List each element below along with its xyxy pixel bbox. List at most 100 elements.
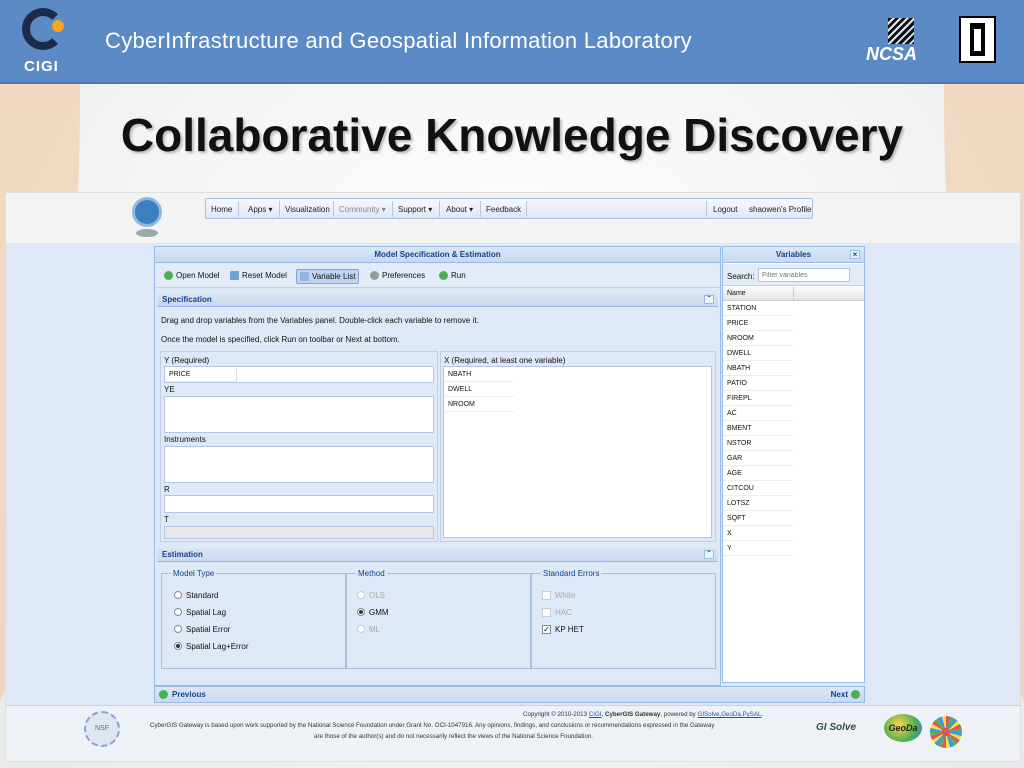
- standard-label: Standard: [186, 591, 219, 600]
- model-type-legend: Model Type: [171, 569, 217, 578]
- preferences-button[interactable]: Preferences: [367, 269, 428, 284]
- illinois-logo: [959, 16, 996, 63]
- ye-dropzone[interactable]: [164, 396, 434, 433]
- spatial-lag-radio[interactable]: [174, 608, 182, 616]
- gisolve-logo: GI Solve: [816, 722, 886, 742]
- cigi-link[interactable]: CIGI: [589, 711, 602, 718]
- variable-item[interactable]: PATIO: [723, 377, 793, 391]
- collapse-icon[interactable]: ⌃: [704, 295, 714, 304]
- ols-radio[interactable]: [357, 591, 365, 599]
- hac-checkbox[interactable]: [542, 608, 551, 617]
- variables-column-header[interactable]: Name: [723, 287, 864, 301]
- variables-panel-title: Variables: [775, 250, 812, 259]
- variable-item[interactable]: PRICE: [723, 317, 793, 331]
- previous-button[interactable]: Previous: [159, 690, 206, 700]
- x-variables-container: X (Required, at least one variable) NBAT…: [440, 351, 716, 542]
- model-type-group: Model Type Standard Spatial Lag Spatial …: [161, 569, 346, 669]
- y-variables-container: Y (Required) PRICE YE Instruments R T: [160, 351, 438, 542]
- kp-het-checkbox[interactable]: ✓: [542, 625, 551, 634]
- open-model-button[interactable]: Open Model: [161, 269, 223, 284]
- nav-profile[interactable]: shaowen's Profile: [749, 205, 811, 214]
- navigation-zone: Home Apps ▾ Visualization Community ▾ Su…: [6, 193, 1020, 243]
- variable-item[interactable]: SQFT: [723, 512, 793, 526]
- nav-community[interactable]: Community ▾: [339, 205, 386, 214]
- estimation-header[interactable]: Estimation ⌃: [157, 548, 718, 562]
- footer-funding-line-1: CyberGIS Gateway is based upon work supp…: [150, 722, 715, 729]
- y-dropzone[interactable]: PRICE: [164, 366, 434, 383]
- document-icon: [230, 271, 239, 281]
- white-checkbox[interactable]: [542, 591, 551, 600]
- search-label: Search:: [727, 272, 755, 281]
- nav-home[interactable]: Home: [211, 205, 232, 214]
- variable-item[interactable]: DWELL: [723, 347, 793, 361]
- variable-item[interactable]: AC: [723, 407, 793, 421]
- spatial-lag-error-radio[interactable]: [174, 642, 182, 650]
- wizard-nav-bar: Previous Next: [154, 686, 865, 703]
- x-variable-item[interactable]: NBATH: [444, 368, 514, 382]
- standard-errors-group: Standard Errors White HAC ✓ KP HET: [531, 569, 716, 669]
- nav-about[interactable]: About ▾: [446, 205, 473, 214]
- variable-item[interactable]: NBATH: [723, 362, 793, 376]
- variable-item[interactable]: NSTOR: [723, 437, 793, 451]
- method-group: Method OLS GMM ML: [346, 569, 531, 669]
- standard-radio[interactable]: [174, 591, 182, 599]
- gateway-screenshot: Home Apps ▾ Visualization Community ▾ Su…: [5, 192, 1021, 762]
- specification-instructions-1: Drag and drop variables from the Variabl…: [161, 316, 479, 325]
- variable-item[interactable]: NROOM: [723, 332, 793, 346]
- next-button[interactable]: Next: [831, 690, 860, 700]
- ml-radio[interactable]: [357, 625, 365, 633]
- instruments-dropzone[interactable]: [164, 446, 434, 483]
- close-icon[interactable]: ×: [850, 250, 860, 259]
- ml-label: ML: [369, 625, 381, 634]
- model-panel: Model Specification & Estimation Open Mo…: [154, 246, 721, 686]
- banner-title: CyberInfrastructure and Geospatial Infor…: [105, 28, 692, 53]
- ncsa-logo-text: NCSA: [866, 44, 918, 64]
- x-variable-item[interactable]: DWELL: [444, 383, 514, 397]
- search-input[interactable]: [758, 268, 850, 282]
- x-dropzone[interactable]: NBATH DWELL NROOM: [443, 366, 712, 538]
- y-variable-item[interactable]: PRICE: [165, 368, 237, 382]
- application-area: Model Specification & Estimation Open Mo…: [6, 243, 1020, 705]
- cigi-logo: CIGI: [18, 6, 74, 76]
- ye-label: YE: [164, 385, 175, 394]
- name-column-label: Name: [727, 290, 746, 297]
- nav-support[interactable]: Support ▾: [398, 205, 432, 214]
- nav-visualization[interactable]: Visualization: [285, 205, 330, 214]
- variable-item[interactable]: AGE: [723, 467, 793, 481]
- gmm-radio[interactable]: [357, 608, 365, 616]
- variable-item[interactable]: STATION: [723, 302, 793, 316]
- nav-apps[interactable]: Apps ▾: [248, 205, 272, 214]
- variable-item[interactable]: GAR: [723, 452, 793, 466]
- y-label: Y (Required): [164, 356, 210, 365]
- spatial-error-radio[interactable]: [174, 625, 182, 633]
- variable-item[interactable]: Y: [723, 542, 793, 556]
- collapse-icon[interactable]: ⌃: [704, 550, 714, 559]
- cybergis-logo: [126, 193, 166, 241]
- specification-instructions-2: Once the model is specified, click Run o…: [161, 335, 400, 344]
- variable-item[interactable]: LOTSZ: [723, 497, 793, 511]
- white-label: White: [555, 591, 576, 600]
- reset-model-button[interactable]: Reset Model: [227, 269, 290, 284]
- footer: NSF Copyright © 2010-2013 CIGI. CyberGIS…: [6, 705, 1020, 761]
- r-dropzone[interactable]: [164, 495, 434, 513]
- variable-list-icon: [300, 272, 309, 282]
- powered-by-links[interactable]: GISolve,GeoDa,PySAL: [698, 711, 762, 718]
- variables-panel-header: Variables ×: [723, 247, 864, 263]
- nav-feedback[interactable]: Feedback: [486, 205, 521, 214]
- variable-item[interactable]: X: [723, 527, 793, 541]
- banner: CIGI CyberInfrastructure and Geospatial …: [0, 0, 1024, 84]
- geoda-logo: GeoDa: [884, 714, 922, 742]
- x-variable-item[interactable]: NROOM: [444, 398, 514, 412]
- variable-list-button[interactable]: Variable List: [296, 269, 360, 284]
- top-navbar: Home Apps ▾ Visualization Community ▾ Su…: [205, 198, 813, 219]
- t-dropzone[interactable]: [164, 526, 434, 539]
- variable-item[interactable]: FIREPL: [723, 392, 793, 406]
- nsf-logo: NSF: [84, 711, 120, 747]
- specification-header[interactable]: Specification ⌃: [157, 293, 718, 307]
- footer-funding-line-2: are those of the author(s) and do not ne…: [314, 733, 593, 740]
- variable-item[interactable]: CITCOU: [723, 482, 793, 496]
- run-button[interactable]: Run: [436, 269, 469, 284]
- pysal-logo: [930, 716, 962, 748]
- variable-item[interactable]: BMENT: [723, 422, 793, 436]
- nav-logout[interactable]: Logout: [713, 205, 737, 214]
